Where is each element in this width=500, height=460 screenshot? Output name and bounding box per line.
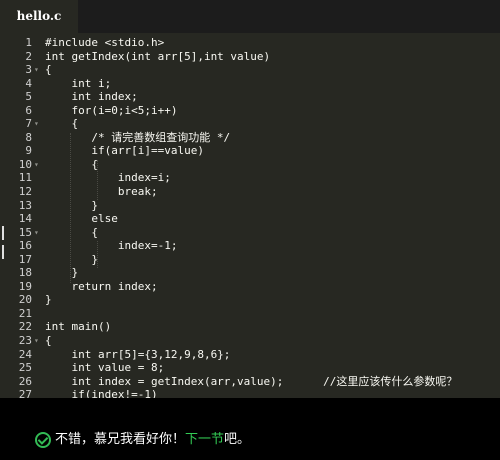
code-lines: 1 #include <stdio.h> 2 int getIndex(int arr… [0, 36, 500, 398]
line-number: 19 [18, 279, 32, 293]
message-suffix: 吧。 [224, 432, 251, 447]
message-prefix: 不错，慕兄我看好你！ [55, 432, 186, 447]
code-line[interactable]: 7 ▾ { [0, 117, 500, 131]
code-line[interactable]: 25 int value = 8; [0, 361, 500, 375]
file-tab[interactable]: hello.c [0, 0, 78, 33]
code-line[interactable]: 2 int getIndex(int arr[5],int value) [0, 50, 500, 64]
code-line[interactable]: 19 return index; [0, 280, 500, 294]
code-line[interactable]: 21 [0, 307, 500, 321]
code-text: int value = 8; [45, 361, 165, 375]
code-text: } [45, 198, 98, 212]
code-line[interactable]: 16 index=-1; [0, 239, 500, 253]
code-text: int arr[5]={3,12,9,8,6}; [45, 347, 231, 361]
line-number: 22 [18, 320, 32, 334]
line-number: 16 [18, 239, 32, 253]
line-number: 2 [25, 49, 32, 63]
code-line[interactable]: 22 int main() [0, 320, 500, 334]
fold-arrow-icon[interactable]: ▾ [34, 63, 39, 77]
code-line[interactable]: 11 index=i; [0, 171, 500, 185]
line-number: 5 [25, 90, 32, 104]
line-number: 7 [25, 117, 32, 131]
code-text: break; [45, 185, 158, 199]
code-text: if(arr[i]==value) [45, 144, 204, 158]
line-number: 18 [18, 266, 32, 280]
line-number: 12 [18, 185, 32, 199]
line-number: 26 [18, 374, 32, 388]
code-text: for(i=0;i<5;i++) [45, 103, 178, 117]
code-text: index=i; [45, 171, 171, 185]
code-text: { [45, 334, 52, 348]
code-text: } [45, 293, 52, 307]
line-number: 8 [25, 130, 32, 144]
fold-arrow-icon[interactable]: ▾ [34, 158, 39, 172]
code-text: int index = getIndex(arr,value); //这里应该传… [45, 374, 458, 388]
code-line[interactable]: 27 if(index!=-1) [0, 388, 500, 398]
line-number: 13 [18, 198, 32, 212]
code-line[interactable]: 17 } [0, 253, 500, 267]
line-number: 6 [25, 103, 32, 117]
code-line[interactable]: 1 #include <stdio.h> [0, 36, 500, 50]
code-line[interactable]: 26 int index = getIndex(arr,value); //这里… [0, 375, 500, 389]
code-text: } [45, 266, 79, 280]
check-circle-icon [35, 431, 51, 448]
code-line[interactable]: 3 ▾ { [0, 63, 500, 77]
line-number: 20 [18, 293, 32, 307]
code-text: return index; [45, 279, 158, 293]
code-line[interactable]: 24 int arr[5]={3,12,9,8,6}; [0, 348, 500, 362]
line-number: 25 [18, 361, 32, 375]
line-number: 3 [25, 63, 32, 77]
code-line[interactable]: 18 } [0, 266, 500, 280]
code-text: } [45, 252, 98, 266]
fold-arrow-icon[interactable]: ▾ [34, 226, 39, 240]
line-number: 17 [18, 252, 32, 266]
code-line[interactable]: 12 break; [0, 185, 500, 199]
line-number: 15 [18, 225, 32, 239]
code-line[interactable]: 8 /* 请完善数组查询功能 */ [0, 131, 500, 145]
line-number: 1 [25, 36, 32, 49]
code-text: else [45, 212, 118, 226]
line-number: 27 [18, 388, 32, 398]
line-number: 10 [18, 157, 32, 171]
line-number: 24 [18, 347, 32, 361]
code-line[interactable]: 9 if(arr[i]==value) [0, 144, 500, 158]
code-line[interactable]: 4 int i; [0, 77, 500, 91]
code-text: /* 请完善数组查询功能 */ [45, 130, 231, 144]
code-text: { [45, 117, 79, 131]
line-number: 9 [25, 144, 32, 158]
line-number: 14 [18, 212, 32, 226]
code-line[interactable]: 23 ▾ { [0, 334, 500, 348]
next-section-link[interactable]: 下一节 [185, 432, 224, 447]
line-number: 21 [18, 306, 32, 320]
code-line[interactable]: 6 for(i=0;i<5;i++) [0, 104, 500, 118]
code-text: int i; [45, 76, 112, 90]
code-text: index=-1; [45, 239, 178, 253]
code-line[interactable]: 10 ▾ { [0, 158, 500, 172]
code-text: { [45, 225, 98, 239]
fold-arrow-icon[interactable]: ▾ [34, 334, 39, 348]
code-text: int getIndex(int arr[5],int value) [45, 49, 271, 63]
code-line[interactable]: 14 else [0, 212, 500, 226]
code-text: int index; [45, 90, 138, 104]
code-text: #include <stdio.h> [45, 36, 165, 49]
code-editor[interactable]: 1 #include <stdio.h> 2 int getIndex(int arr… [0, 33, 500, 398]
line-number: 11 [18, 171, 32, 185]
success-message: 不错，慕兄我看好你！下一节吧。 [35, 431, 250, 449]
code-line[interactable]: 15 ▾ { [0, 226, 500, 240]
code-text: { [45, 157, 98, 171]
result-footer: 不错，慕兄我看好你！下一节吧。 [0, 398, 500, 460]
code-line[interactable]: 13 } [0, 199, 500, 213]
code-text: if(index!=-1) [45, 388, 158, 398]
line-number: 4 [25, 76, 32, 90]
code-text: { [45, 63, 52, 77]
line-number: 23 [18, 334, 32, 348]
code-text: int main() [45, 320, 112, 334]
tab-bar: hello.c [0, 0, 500, 33]
fold-arrow-icon[interactable]: ▾ [34, 117, 39, 131]
code-line[interactable]: 20} [0, 293, 500, 307]
code-line[interactable]: 5 int index; [0, 90, 500, 104]
